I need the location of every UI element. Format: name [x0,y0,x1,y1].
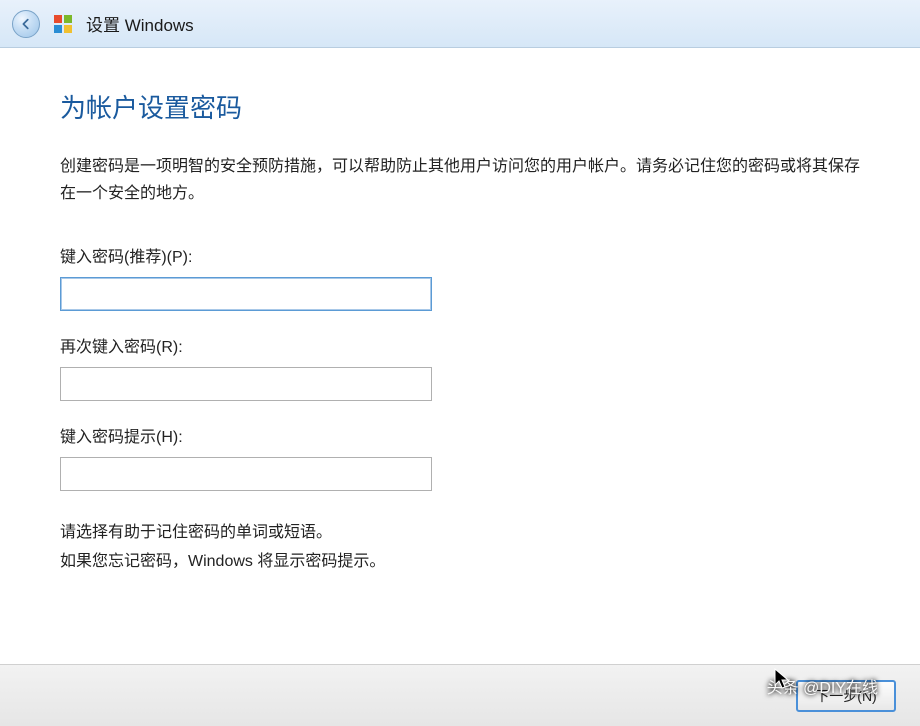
arrow-left-icon [19,17,33,31]
hint-instructions: 请选择有助于记住密码的单词或短语。 如果您忘记密码，Windows 将显示密码提… [60,519,860,577]
page-heading: 为帐户设置密码 [60,88,860,125]
next-button[interactable]: 下一步(N) [796,680,896,712]
confirm-password-group: 再次键入密码(R): [60,333,860,401]
content-area: 为帐户设置密码 创建密码是一项明智的安全预防措施，可以帮助防止其他用户访问您的用… [0,48,920,577]
windows-setup-icon [52,13,74,35]
password-group: 键入密码(推荐)(P): [60,243,860,311]
hint-line-2: 如果您忘记密码，Windows 将显示密码提示。 [60,548,860,577]
password-hint-input[interactable] [60,457,432,491]
password-hint-label: 键入密码提示(H): [60,423,860,447]
footer-bar: 下一步(N) [0,664,920,726]
page-description: 创建密码是一项明智的安全预防措施，可以帮助防止其他用户访问您的用户帐户。请务必记… [60,153,860,207]
back-button[interactable] [12,10,40,38]
confirm-password-label: 再次键入密码(R): [60,333,860,357]
titlebar: 设置 Windows [0,0,920,48]
password-input[interactable] [60,277,432,311]
confirm-password-input[interactable] [60,367,432,401]
hint-line-1: 请选择有助于记住密码的单词或短语。 [60,519,860,548]
window-title: 设置 Windows [86,11,194,36]
password-label: 键入密码(推荐)(P): [60,243,860,267]
password-hint-group: 键入密码提示(H): [60,423,860,491]
